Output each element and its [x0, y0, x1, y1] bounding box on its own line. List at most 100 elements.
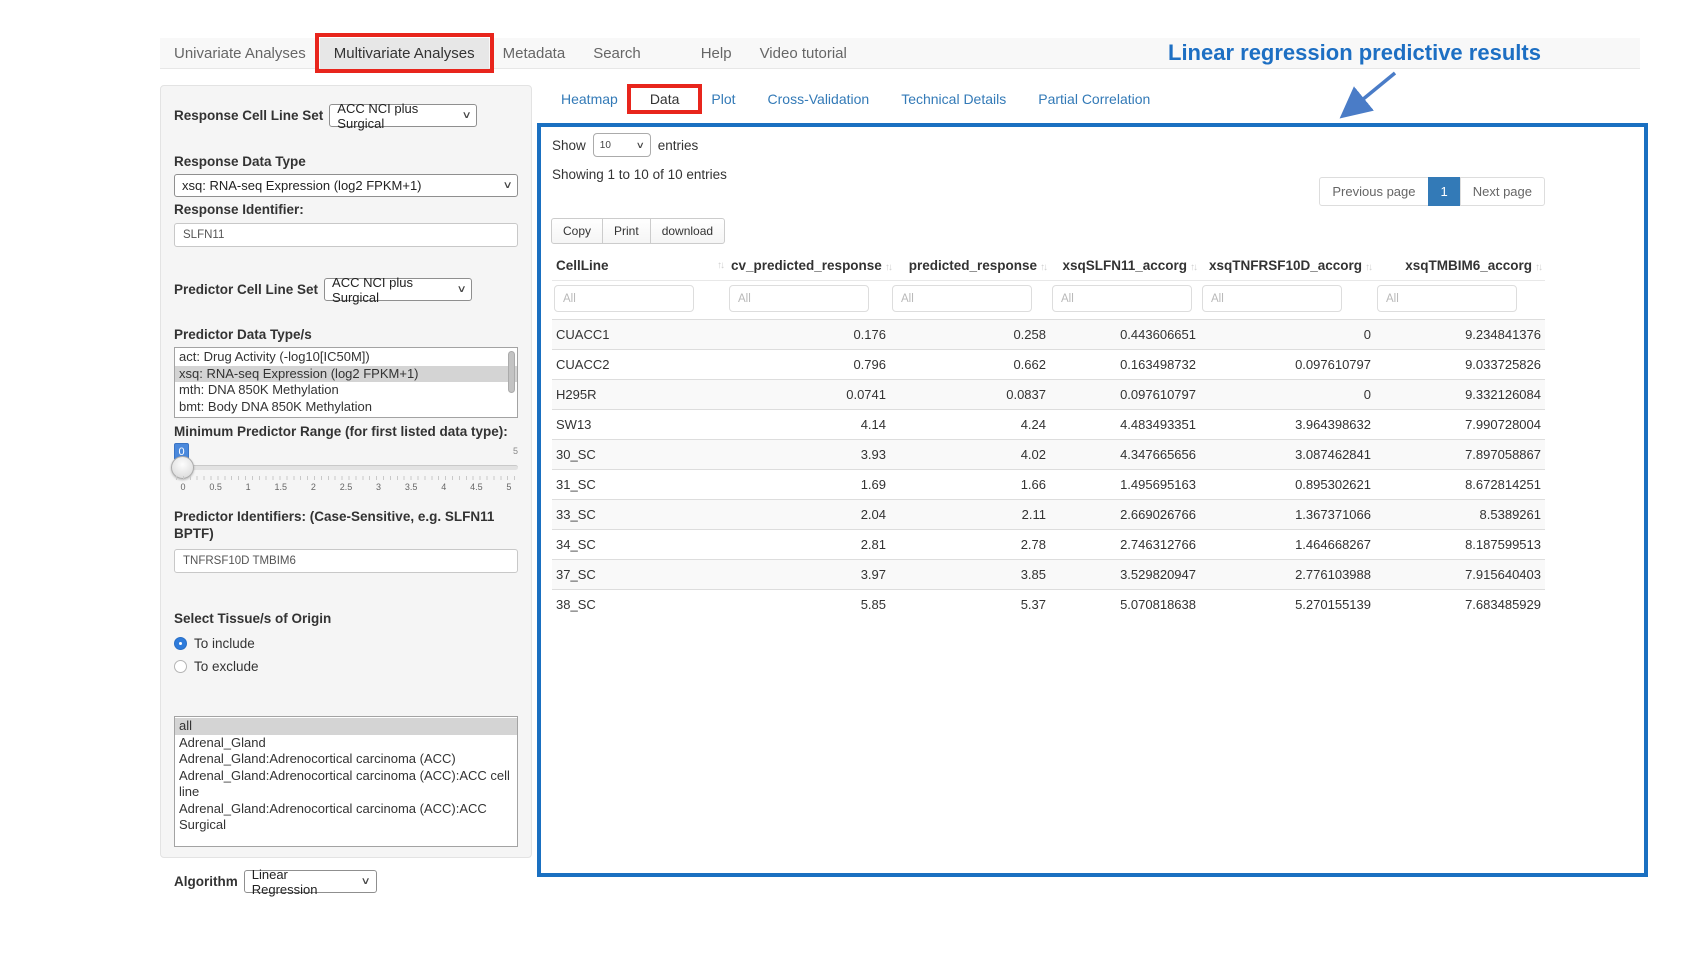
predictor-type-option[interactable]: xsq: RNA-seq Expression (log2 FPKM+1) — [175, 366, 517, 383]
value-cell: 0.443606651 — [1050, 320, 1200, 350]
nav-item-multivariate-analyses[interactable]: Multivariate Analyses — [320, 38, 489, 68]
show-entries-row: Show 10 ∨ entries — [552, 133, 698, 157]
download-button[interactable]: download — [650, 218, 725, 244]
tab-plot[interactable]: Plot — [695, 91, 751, 107]
value-cell: 3.087462841 — [1200, 440, 1375, 470]
tab-technical-details[interactable]: Technical Details — [885, 91, 1022, 107]
value-cell: 7.897058867 — [1375, 440, 1545, 470]
chevron-down-icon: ∨ — [502, 180, 512, 191]
cellline-cell: SW13 — [552, 410, 727, 440]
slider-track[interactable] — [174, 465, 518, 470]
value-cell: 4.14 — [727, 410, 890, 440]
response-cell-line-set-select[interactable]: ACC NCI plus Surgical ∨ — [329, 104, 477, 127]
value-cell: 0.163498732 — [1050, 350, 1200, 380]
predictor-identifiers-label: Predictor Identifiers: (Case-Sensitive, … — [174, 508, 518, 542]
tissue-option[interactable]: Adrenal_Gland:Adrenocortical carcinoma (… — [175, 768, 517, 801]
value-cell: 0.796 — [727, 350, 890, 380]
value-cell: 5.85 — [727, 590, 890, 620]
tissue-option[interactable]: Adrenal_Gland:Adrenocortical carcinoma (… — [175, 801, 517, 834]
column-header-label: predicted_response — [909, 258, 1037, 273]
chevron-down-icon: ∨ — [361, 876, 371, 887]
value-cell: 0.895302621 — [1200, 470, 1375, 500]
to-include-radio[interactable] — [174, 637, 187, 650]
filter-input-cellline[interactable] — [554, 285, 694, 312]
value-cell: 1.495695163 — [1050, 470, 1200, 500]
listbox-scrollbar[interactable] — [508, 351, 515, 393]
slider-tick-label: 2.5 — [337, 482, 355, 492]
sort-icon[interactable]: ↑↓ — [717, 260, 723, 271]
table-row: 33_SC2.042.112.6690267661.3673710668.538… — [552, 500, 1545, 530]
table-row: 38_SC5.855.375.0708186385.2701551397.683… — [552, 590, 1545, 620]
predictor-type-option[interactable]: act: Drug Activity (-log10[IC50M]) — [175, 349, 517, 366]
column-header-predicted-response[interactable]: predicted_response↑↓ — [890, 251, 1050, 281]
slider-max-label: 5 — [513, 446, 518, 456]
nav-item-help[interactable]: Help — [687, 38, 746, 68]
cellline-cell: 34_SC — [552, 530, 727, 560]
predictor-identifiers-input[interactable] — [174, 549, 518, 573]
response-data-type-label: Response Data Type — [174, 154, 518, 169]
chevron-down-icon: ∨ — [462, 110, 472, 121]
nav-item-video-tutorial[interactable]: Video tutorial — [746, 38, 861, 68]
value-cell: 1.66 — [890, 470, 1050, 500]
value-cell: 8.672814251 — [1375, 470, 1545, 500]
slider-tick-label: 2 — [304, 482, 322, 492]
table-row: CUACC20.7960.6620.1634987320.0976107979.… — [552, 350, 1545, 380]
sort-icon[interactable]: ↑↓ — [1365, 262, 1371, 273]
column-header-cv-predicted-response[interactable]: cv_predicted_response↑↓ — [727, 251, 890, 281]
cellline-cell: 37_SC — [552, 560, 727, 590]
value-cell: 2.81 — [727, 530, 890, 560]
to-exclude-radio[interactable] — [174, 660, 187, 673]
predictor-type-option[interactable]: mth: DNA 850K Methylation — [175, 382, 517, 399]
column-header-xsqtmbim6-accorg[interactable]: xsqTMBIM6_accorg↑↓ — [1375, 251, 1545, 281]
filter-input-xsqtmbim6-accorg[interactable] — [1377, 285, 1517, 312]
tab-partial-correlation[interactable]: Partial Correlation — [1022, 91, 1166, 107]
filter-input-predicted-response[interactable] — [892, 285, 1032, 312]
sort-icon[interactable]: ↑↓ — [1535, 262, 1541, 273]
response-identifier-input[interactable] — [174, 223, 518, 247]
next-page-button[interactable]: Next page — [1460, 177, 1545, 206]
column-header-xsqslfn11-accorg[interactable]: xsqSLFN11_accorg↑↓ — [1050, 251, 1200, 281]
tissue-option[interactable]: Adrenal_Gland:Adrenocortical carcinoma (… — [175, 751, 517, 768]
tissue-option[interactable]: all — [175, 718, 517, 735]
sort-icon[interactable]: ↑↓ — [1190, 262, 1196, 273]
show-entries-select[interactable]: 10 ∨ — [593, 133, 651, 157]
value-cell: 0.097610797 — [1200, 350, 1375, 380]
value-cell: 1.464668267 — [1200, 530, 1375, 560]
column-header-xsqtnfrsf10d-accorg[interactable]: xsqTNFRSF10D_accorg↑↓ — [1200, 251, 1375, 281]
tab-heatmap[interactable]: Heatmap — [545, 91, 634, 107]
tab-cross-validation[interactable]: Cross-Validation — [752, 91, 886, 107]
nav-item-search[interactable]: Search — [579, 38, 655, 68]
slider-tick-label: 3 — [370, 482, 388, 492]
algorithm-value: Linear Regression — [252, 867, 355, 897]
sort-icon[interactable]: ↑↓ — [885, 262, 891, 273]
page-1-button[interactable]: 1 — [1428, 177, 1461, 206]
copy-button[interactable]: Copy — [551, 218, 603, 244]
response-cell-line-set-value: ACC NCI plus Surgical — [337, 101, 455, 131]
table-row: SW134.144.244.4834933513.9643986327.9907… — [552, 410, 1545, 440]
print-button[interactable]: Print — [602, 218, 651, 244]
filter-input-xsqslfn11-accorg[interactable] — [1052, 285, 1192, 312]
sidebar-controls: Response Cell Line Set ACC NCI plus Surg… — [160, 85, 532, 858]
response-data-type-select[interactable]: xsq: RNA-seq Expression (log2 FPKM+1) ∨ — [174, 174, 518, 197]
predictor-type-option[interactable]: bmt: Body DNA 850K Methylation — [175, 399, 517, 416]
sort-icon[interactable]: ↑↓ — [1040, 262, 1046, 273]
algorithm-select[interactable]: Linear Regression ∨ — [244, 870, 377, 893]
results-table-body: CUACC10.1760.2580.44360665109.234841376C… — [552, 320, 1545, 620]
filter-input-xsqtnfrsf10d-accorg[interactable] — [1202, 285, 1342, 312]
nav-item-metadata[interactable]: Metadata — [489, 38, 580, 68]
filter-input-cv-predicted-response[interactable] — [729, 285, 869, 312]
value-cell: 3.529820947 — [1050, 560, 1200, 590]
min-predictor-range-slider: 0 5 00.511.522.533.544.55 — [174, 443, 518, 499]
tab-data[interactable]: Data — [634, 91, 696, 107]
nav-item-univariate-analyses[interactable]: Univariate Analyses — [160, 38, 320, 68]
predictor-cell-line-set-select[interactable]: ACC NCI plus Surgical ∨ — [324, 278, 472, 301]
value-cell: 1.69 — [727, 470, 890, 500]
value-cell: 9.332126084 — [1375, 380, 1545, 410]
column-header-cellline[interactable]: CellLine↑↓ — [552, 251, 727, 281]
value-cell: 3.85 — [890, 560, 1050, 590]
results-panel: Show 10 ∨ entries Showing 1 to 10 of 10 … — [537, 123, 1648, 877]
previous-page-button[interactable]: Previous page — [1319, 177, 1428, 206]
value-cell: 5.270155139 — [1200, 590, 1375, 620]
slider-tick-label: 0.5 — [207, 482, 225, 492]
tissue-option[interactable]: Adrenal_Gland — [175, 735, 517, 752]
